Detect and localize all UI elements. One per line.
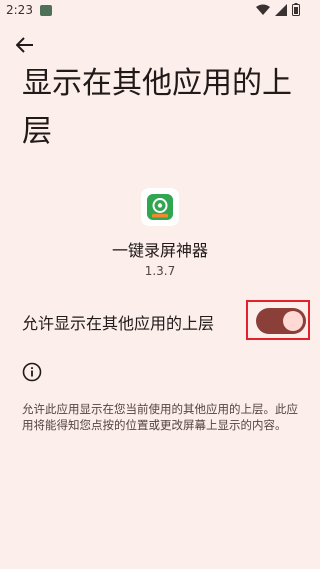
app-version: 1.3.7 [144, 264, 176, 278]
signal-icon [275, 3, 287, 19]
toggle-thumb [283, 311, 303, 331]
page-title: 显示在其他应用的上层 [22, 66, 292, 149]
status-time: 2:23 [6, 3, 33, 17]
status-bar: 2:23 [0, 0, 320, 22]
allow-overlay-toggle[interactable] [256, 308, 306, 334]
setting-label: 允许显示在其他应用的上层 [22, 314, 215, 333]
arrow-back-icon [15, 37, 34, 57]
battery-icon [292, 3, 300, 19]
gallery-icon [40, 5, 52, 16]
permission-description: 允许此应用显示在您当前使用的其他应用的上层。此应用将能得知您点按的位置或更改屏幕… [22, 402, 298, 432]
info-icon [22, 362, 42, 382]
app-name: 一键录屏神器 [111, 241, 208, 260]
wifi-icon [256, 4, 270, 19]
back-button[interactable] [10, 34, 40, 60]
app-icon [141, 188, 179, 226]
